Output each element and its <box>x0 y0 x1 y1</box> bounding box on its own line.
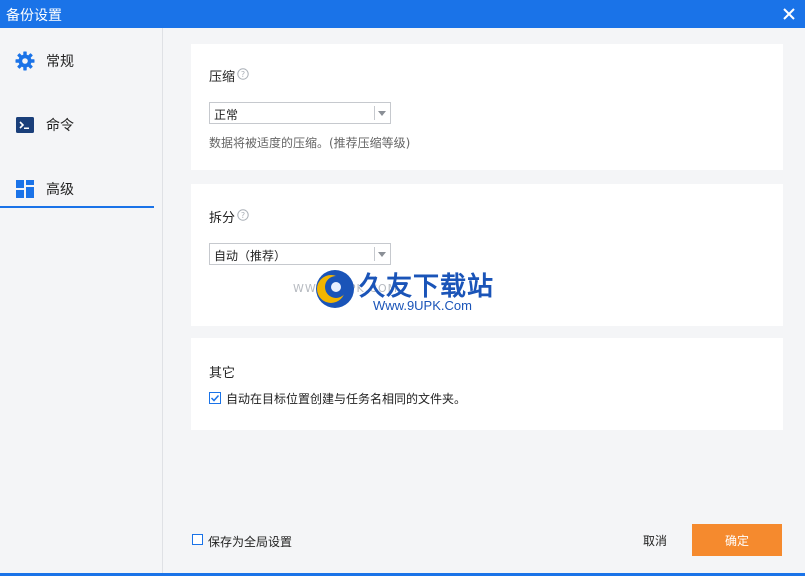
sidebar-item-command[interactable]: 命令 <box>0 104 154 144</box>
close-icon[interactable] <box>779 4 799 24</box>
chevron-down-icon <box>378 252 386 257</box>
watermark-logo-icon <box>314 268 356 310</box>
save-global-label[interactable]: 保存为全局设置 <box>208 533 292 550</box>
split-select-value: 自动（推荐） <box>214 249 287 263</box>
watermark: WWW.9UPK.COM 久友下载站 Www.9UPK.Com <box>293 262 523 332</box>
terminal-icon <box>15 115 35 135</box>
svg-text:?: ? <box>241 211 245 220</box>
sidebar-item-general[interactable]: 常规 <box>0 40 154 80</box>
compression-select[interactable]: 正常 <box>209 102 391 124</box>
sidebar-item-label: 常规 <box>46 54 74 70</box>
watermark-url: Www.9UPK.Com <box>373 298 472 313</box>
compression-hint: 数据将被适度的压缩。(推荐压缩等级) <box>209 136 411 150</box>
ok-button[interactable]: 确定 <box>692 524 782 556</box>
split-heading: 拆分 <box>209 211 236 226</box>
title-bar: 备份设置 <box>0 0 805 28</box>
sidebar-item-label: 命令 <box>46 118 74 134</box>
help-icon[interactable]: ? <box>237 68 249 80</box>
help-icon[interactable]: ? <box>237 209 249 221</box>
cancel-button[interactable]: 取消 <box>624 524 686 556</box>
svg-text:?: ? <box>241 70 245 79</box>
sidebar-item-advanced[interactable]: 高级 <box>0 168 154 208</box>
same-name-folder-checkbox[interactable] <box>209 392 221 404</box>
other-card: 其它 自动在目标位置创建与任务名相同的文件夹。 <box>191 338 783 430</box>
gear-icon <box>15 51 35 71</box>
select-divider <box>374 106 375 120</box>
compression-card: 压缩 ? 正常 数据将被适度的压缩。(推荐压缩等级) <box>191 44 783 170</box>
save-global-checkbox[interactable] <box>192 534 203 545</box>
other-heading: 其它 <box>209 366 236 381</box>
sidebar: 常规 命令 高级 <box>0 28 163 574</box>
sidebar-item-label: 高级 <box>46 182 74 198</box>
window-title: 备份设置 <box>6 8 62 24</box>
select-divider <box>374 247 375 261</box>
chevron-down-icon <box>378 111 386 116</box>
compression-select-value: 正常 <box>214 108 239 122</box>
grid-icon <box>15 179 35 199</box>
compression-heading: 压缩 <box>209 70 236 85</box>
same-name-folder-label[interactable]: 自动在目标位置创建与任务名相同的文件夹。 <box>226 390 466 407</box>
